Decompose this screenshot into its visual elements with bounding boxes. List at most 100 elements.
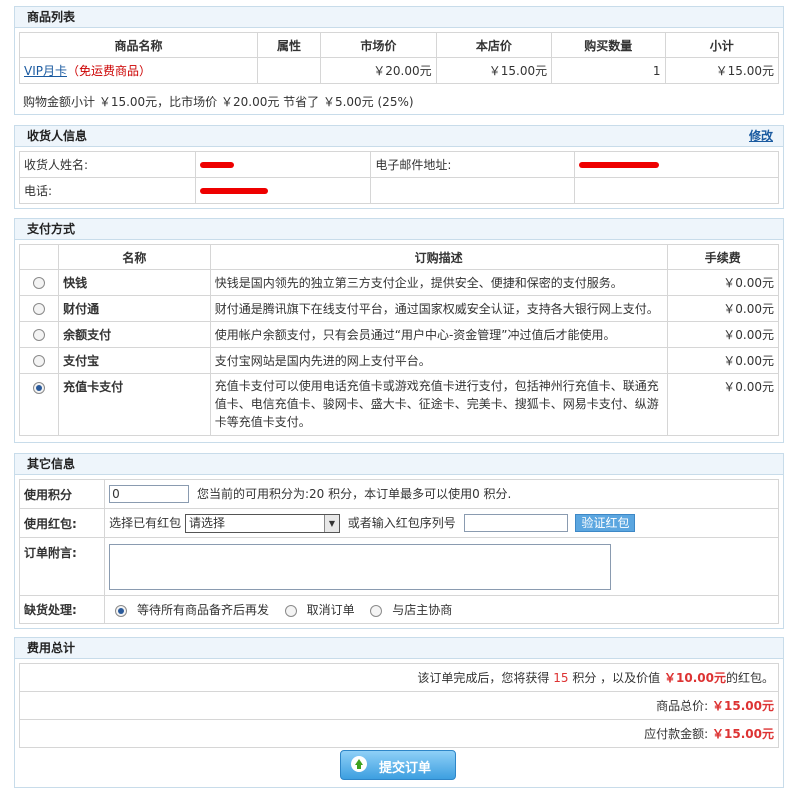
payment-desc: 充值卡支付可以使用电话充值卡或游戏充值卡进行支付，包括神州行充值卡、联通充 值卡… [209, 373, 668, 436]
table-row: VIP月卡（免运费商品） ￥20.00元 ￥15.00元 1 ￥15.00元 [19, 57, 780, 84]
consignee-name-label: 收货人姓名: [19, 151, 196, 178]
payment-row-balance: 余额支付 使用帐户余额支付，只有会员通过“用户中心-资金管理”冲过值后才能使用。… [18, 321, 780, 348]
shortage-radio-wait[interactable] [115, 604, 128, 617]
postscript-cell [104, 537, 779, 596]
payment-name: 余额支付 [58, 321, 211, 348]
shortage-radio-negotiate[interactable] [370, 604, 383, 617]
shortage-option-label: 等待所有商品备齐后再发 [136, 603, 269, 617]
payment-name: 支付宝 [58, 347, 211, 374]
payment-desc-line: 充值卡支付可以使用电话充值卡或游戏充值卡进行支付，包括神州行充值卡、联通充 [214, 379, 659, 393]
empty-cell [574, 177, 779, 204]
other-section-title: 其它信息 [15, 454, 783, 475]
col-shop-price: 本店价 [435, 32, 553, 58]
goods-section-title: 商品列表 [15, 7, 783, 28]
payment-row-tenpay: 财付通 财付通是腾讯旗下在线支付平台，通过国家权威安全认证，支持各大银行网上支付… [18, 295, 780, 322]
free-shipping-tag: （免运费商品） [67, 64, 152, 78]
col-goods-name: 商品名称 [19, 32, 258, 58]
col-payment-fee: 手续费 [666, 244, 780, 270]
redacted-mark [199, 188, 268, 194]
payment-fee: ￥0.00元 [666, 347, 780, 374]
consignee-phone-value [194, 177, 372, 204]
payment-desc: 使用帐户余额支付，只有会员通过“用户中心-资金管理”冲过值后才能使用。 [209, 321, 668, 348]
bonus-pre-text: 该订单完成后，您将获得 [417, 671, 550, 685]
total-section-title: 费用总计 [15, 638, 783, 659]
payment-radio-kuaiqian[interactable] [33, 277, 46, 289]
bonus-select[interactable]: 请选择 ▼ [184, 513, 340, 533]
consignee-table: 收货人姓名: 电子邮件地址: 电话: [19, 151, 779, 204]
payment-section-title: 支付方式 [15, 219, 783, 240]
shortage-radio-cancel[interactable] [284, 604, 297, 617]
other-table: 使用积分 0 您当前的可用积分为:20 积分，本订单最多可以使用0 积分. 使用… [18, 479, 779, 624]
total-table: 该订单完成后，您将获得 15 积分 ，以及价值 ￥10.00元的红包。 商品总价… [19, 663, 779, 748]
other-section: 其它信息 使用积分 0 您当前的可用积分为:20 积分，本订单最多可以使用0 积… [14, 453, 784, 629]
consignee-section-title: 收货人信息 修改 [15, 126, 783, 147]
payment-radio-cell [18, 347, 60, 374]
submit-order-button[interactable]: 提交订单 [340, 750, 456, 780]
pay-total-cell: 应付款金额: ￥15.00元 [19, 719, 779, 748]
goods-total-cell: 商品总价: ￥15.00元 [19, 691, 779, 720]
payment-row-kuaiqian: 快钱 快钱是国内领先的独立第三方支付企业，提供安全、便捷和保密的支付服务。 ￥0… [18, 269, 780, 296]
goods-name-link[interactable]: VIP月卡 [24, 64, 67, 78]
payment-fee: ￥0.00元 [666, 269, 780, 296]
payment-desc-line: 值卡、电信充值卡、骏网卡、盛大卡、征途卡、完美卡、搜狐卡、网易卡支付、纵游 [214, 397, 659, 411]
payment-radio-alipay[interactable] [33, 355, 46, 367]
col-payment-desc: 订购描述 [209, 244, 668, 270]
goods-market-price: ￥20.00元 [320, 57, 437, 84]
consignee-email-value [574, 151, 779, 178]
goods-subtotal: ￥15.00元 [664, 57, 780, 84]
shortage-row: 缺货处理: 等待所有商品备齐后再发 取消订单 与店主协商 [18, 595, 779, 624]
bonus-row: 使用红包: 选择已有红包 请选择 ▼ 或者输入红包序列号 验证红包 [18, 508, 779, 538]
payment-radio-cell [18, 295, 60, 322]
edit-consignee-link[interactable]: 修改 [749, 126, 773, 146]
payment-fee: ￥0.00元 [666, 321, 780, 348]
col-radio [18, 244, 60, 270]
goods-section: 商品列表 商品名称 属性 市场价 本店价 购买数量 小计 VIP月卡（免运费商品… [14, 6, 784, 115]
bonus-select-label: 选择已有红包 [109, 515, 182, 530]
total-bonus-text: 该订单完成后，您将获得 15 积分 ，以及价值 ￥10.00元的红包。 [19, 663, 779, 692]
payment-desc: 支付宝网站是国内先进的网上支付平台。 [209, 347, 668, 374]
col-attr: 属性 [256, 32, 322, 58]
payment-name: 充值卡支付 [58, 373, 211, 436]
shortage-option-label: 与店主协商 [392, 603, 453, 617]
upload-arrow-icon [351, 756, 367, 772]
payment-radio-balance[interactable] [33, 329, 46, 341]
payment-desc: 财付通是腾讯旗下在线支付平台，通过国家权威安全认证，支持各大银行网上支付。 [209, 295, 668, 322]
goods-attr-cell [256, 57, 322, 84]
consignee-phone-label: 电话: [19, 177, 196, 204]
payment-desc-line: 卡等充值卡支付。 [214, 415, 311, 429]
points-label: 使用积分 [18, 479, 106, 509]
col-quantity: 购买数量 [551, 32, 666, 58]
consignee-section: 收货人信息 修改 收货人姓名: 电子邮件地址: 电话: [14, 125, 784, 209]
pay-total-row: 应付款金额: ￥15.00元 [19, 719, 779, 748]
bonus-value: ￥10.00元 [664, 671, 726, 685]
bonus-sn-input[interactable] [463, 514, 568, 532]
validate-bonus-button[interactable]: 验证红包 [575, 514, 636, 532]
shortage-cell: 等待所有商品备齐后再发 取消订单 与店主协商 [104, 595, 779, 624]
payment-radio-card[interactable] [33, 381, 46, 394]
goods-total-amount: ￥15.00元 [712, 699, 774, 713]
payment-name: 快钱 [58, 269, 211, 296]
payment-table: 名称 订购描述 手续费 快钱 快钱是国内领先的独立第三方支付企业，提供安全、便捷… [18, 244, 780, 436]
goods-total-label: 商品总价: [656, 699, 709, 713]
consignee-title-text: 收货人信息 [27, 129, 88, 143]
goods-quantity: 1 [551, 57, 666, 84]
payment-radio-tenpay[interactable] [33, 303, 46, 315]
payment-name: 财付通 [58, 295, 211, 322]
bonus-label: 使用红包: [18, 508, 106, 538]
goods-name-cell: VIP月卡（免运费商品） [19, 57, 258, 84]
bonus-post-text: 的红包。 [725, 671, 774, 685]
goods-header-row: 商品名称 属性 市场价 本店价 购买数量 小计 [19, 32, 780, 58]
consignee-name-value [194, 151, 372, 178]
points-input[interactable]: 0 [109, 485, 190, 504]
postscript-textarea[interactable] [109, 543, 612, 590]
bonus-select-value: 请选择 [188, 515, 225, 530]
chevron-down-icon[interactable]: ▼ [323, 514, 339, 532]
redacted-mark [199, 162, 234, 168]
postscript-row: 订单附言: [18, 537, 779, 596]
payment-radio-cell [18, 373, 60, 436]
bonus-mid-text: 积分 ，以及价值 [572, 671, 661, 685]
postscript-label: 订单附言: [18, 537, 106, 596]
redacted-mark [579, 162, 660, 168]
pay-total-label: 应付款金额: [644, 727, 709, 741]
submit-order-label: 提交订单 [379, 761, 432, 776]
